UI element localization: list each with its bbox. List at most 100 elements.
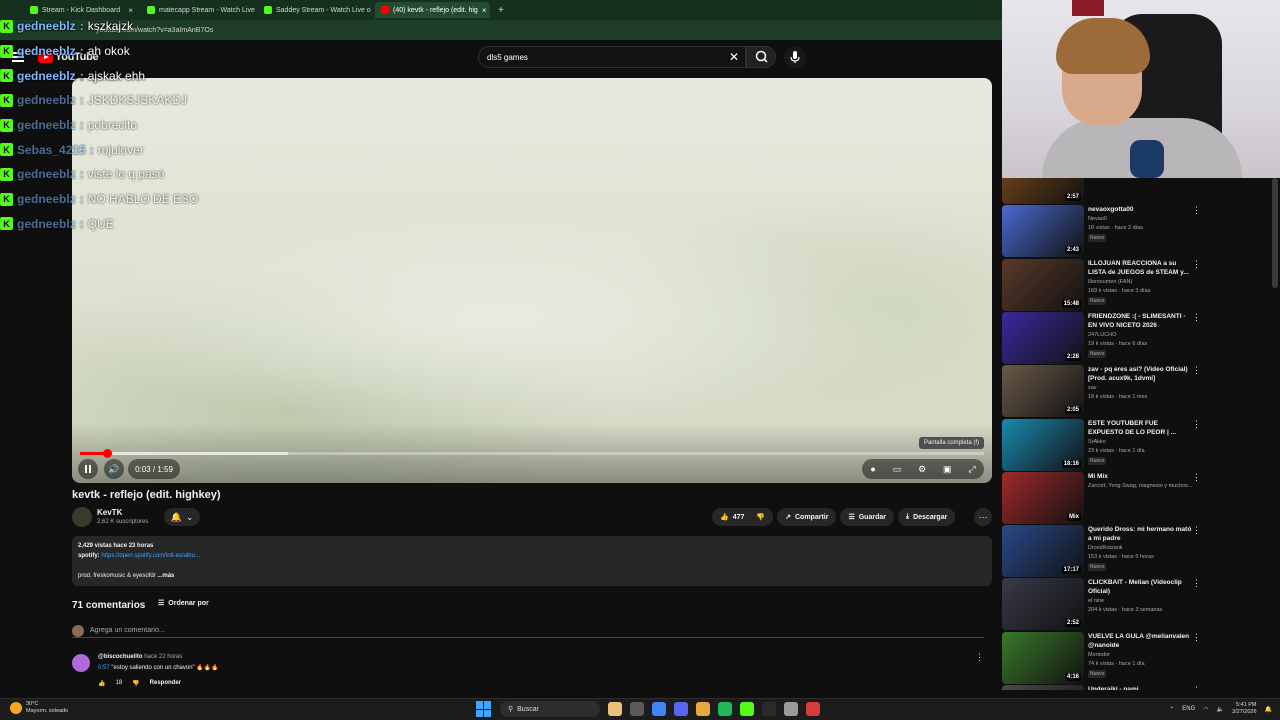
taskbar-app-icon[interactable] [784, 702, 798, 716]
video-menu-icon[interactable]: ⋮ [1192, 632, 1201, 643]
recommended-channel[interactable]: 247LUCHO [1088, 332, 1116, 338]
browser-tab[interactable]: Saddey Stream - Watch Live o× [258, 2, 373, 18]
notifications-button[interactable]: 🔔 ⌄ [164, 508, 200, 526]
recommended-channel[interactable]: SrAkko [1088, 439, 1106, 445]
taskbar-app-icon[interactable] [652, 702, 666, 716]
clock[interactable]: 5:41 PM 3/27/2026 [1232, 702, 1256, 716]
wifi-icon[interactable]: ◠ [1203, 706, 1208, 713]
recommended-title[interactable]: ESTE YOUTUBER FUE EXPUESTO DE LO PEOR | … [1088, 419, 1192, 437]
recommended-video[interactable]: 15:48 ILLOJUAN REACCIONA a su LISTA de JU… [1002, 258, 1280, 313]
video-thumbnail[interactable]: 15:48 [1002, 258, 1084, 311]
pause-button[interactable] [78, 459, 98, 479]
search-button[interactable] [746, 46, 776, 68]
channel-avatar[interactable] [72, 507, 92, 527]
save-button[interactable]: ☰ Guardar [840, 508, 894, 526]
description-box[interactable]: 2,429 vistas hace 23 horas spotify: http… [72, 536, 992, 586]
taskbar-search[interactable]: ⚲ Buscar [500, 701, 600, 717]
taskbar-app-icon[interactable] [740, 702, 754, 716]
recommended-video[interactable]: Underaiki - pami ⋮ [1002, 685, 1280, 690]
video-thumbnail[interactable]: Mix [1002, 471, 1084, 524]
comment-timestamp-link[interactable]: 0:57 [98, 665, 110, 671]
show-more-link[interactable]: ...más [157, 573, 174, 579]
taskbar-app-icon[interactable] [696, 702, 710, 716]
video-thumbnail[interactable]: 17:17 [1002, 525, 1084, 578]
share-button[interactable]: ↗ Compartir [777, 508, 837, 526]
recommended-title[interactable]: zav - pq eres así? (Video Oficial) [Prod… [1088, 365, 1192, 383]
reply-button[interactable]: Responder [150, 680, 181, 687]
recommended-channel[interactable]: el nine [1088, 598, 1104, 604]
recommended-channel[interactable]: Mortedor [1088, 652, 1110, 658]
spotify-link[interactable]: https://open.spotify.com/intl-es/albu... [101, 553, 200, 559]
recommended-video[interactable]: 2:05 zav - pq eres así? (Video Oficial) [… [1002, 365, 1280, 419]
recommended-title[interactable]: Underaiki - pami [1088, 685, 1192, 690]
video-thumbnail[interactable]: 2:28 [1002, 311, 1084, 364]
recommended-title[interactable]: Querido Dross: mi hermano mató a mi padr… [1088, 525, 1192, 543]
video-menu-icon[interactable]: ⋮ [1192, 365, 1201, 376]
recommended-channel[interactable]: DrossRotzank [1088, 545, 1123, 551]
new-tab-icon[interactable]: + [498, 5, 504, 16]
taskbar-app-icon[interactable] [674, 702, 688, 716]
recommended-title[interactable]: Mi Mix [1088, 472, 1192, 481]
recommended-video[interactable]: Mix Mi Mix Zarcort, Yvng Swag, magnesio y … [1002, 471, 1280, 526]
recommended-video[interactable]: 2:28 FRIENDZONE :( - SLIMESANTI - EN VIVO… [1002, 311, 1280, 366]
search-input[interactable]: dls5 games ✕ [478, 46, 746, 68]
recommended-title[interactable]: VUELVE LA GULA @melianvalen @nanoide [1088, 632, 1192, 650]
recommended-video[interactable]: 17:17 Querido Dross: mi hermano mató a mi… [1002, 525, 1280, 579]
autoplay-toggle-icon[interactable]: ● [870, 464, 875, 474]
recommended-title[interactable]: FRIENDZONE :( - SLIMESANTI - EN VIVO NIC… [1088, 312, 1192, 330]
video-thumbnail[interactable]: 18:16 [1002, 418, 1084, 471]
recommended-video[interactable]: 2:5734 k vistas · hace 3 díasNuevo [1002, 178, 1280, 206]
recommended-title[interactable]: nevaoxgotta00 [1088, 205, 1192, 214]
video-thumbnail[interactable]: 4:16 [1002, 631, 1084, 684]
video-thumbnail[interactable]: 2:43 [1002, 205, 1084, 258]
video-menu-icon[interactable]: ⋮ [1192, 472, 1201, 483]
commenter-avatar[interactable] [72, 654, 90, 672]
comment-like-icon[interactable]: 👍 [98, 680, 105, 687]
volume-button[interactable]: 🔊 [104, 459, 124, 479]
thumbs-down-icon[interactable]: 👎 [756, 513, 765, 521]
taskbar-app-icon[interactable] [762, 702, 776, 716]
weather-widget[interactable]: 30°C Mayorm. soleado [10, 701, 68, 715]
video-thumbnail[interactable]: 2:57 [1002, 178, 1084, 204]
video-menu-icon[interactable]: ⋮ [1192, 578, 1201, 589]
progress-bar[interactable] [80, 449, 984, 458]
video-thumbnail[interactable]: 2:52 [1002, 578, 1084, 631]
channel-name[interactable]: KevTK [97, 508, 122, 517]
video-menu-icon[interactable]: ⋮ [1192, 525, 1201, 536]
recommended-video[interactable]: 2:43 nevaoxgotta00 Nevao0 18 vistas · hace … [1002, 205, 1280, 259]
fullscreen-icon[interactable]: ⤢ [968, 464, 975, 475]
more-actions-icon[interactable]: ⋯ [974, 508, 992, 526]
recommended-video[interactable]: 4:16 VUELVE LA GULA @melianvalen @nanoide… [1002, 631, 1280, 686]
recommended-channel[interactable]: Illoresumen (FAN) [1088, 279, 1132, 285]
voice-search-button[interactable] [784, 46, 806, 68]
recommended-channel[interactable]: zav [1088, 385, 1097, 391]
clear-search-icon[interactable]: ✕ [729, 50, 739, 64]
video-thumbnail[interactable]: 2:05 [1002, 365, 1084, 418]
recommended-title[interactable]: ILLOJUAN REACCIONA a su LISTA de JUEGOS … [1088, 259, 1192, 277]
add-comment-field[interactable]: Agrega un comentario... [72, 624, 984, 638]
recommended-video[interactable]: 2:52 CLICKBAIT - Melian (Videoclip Oficia… [1002, 578, 1280, 632]
sort-comments-button[interactable]: ☰ Ordenar por [158, 599, 209, 608]
tray-chevron-icon[interactable]: ⌃ [1169, 706, 1174, 713]
subtitles-icon[interactable]: ▭ [893, 464, 902, 475]
recommended-video[interactable]: 18:16 ESTE YOUTUBER FUE EXPUESTO DE LO PE… [1002, 418, 1280, 473]
video-menu-icon[interactable]: ⋮ [1192, 312, 1201, 323]
close-tab-icon[interactable]: × [482, 6, 487, 15]
speaker-icon[interactable]: 🔈 [1217, 706, 1224, 713]
recommended-title[interactable]: CLICKBAIT - Melian (Videoclip Oficial) [1088, 578, 1192, 596]
settings-gear-icon[interactable]: ⚙ [918, 464, 926, 475]
recommended-channel[interactable]: Zarcort, Yvng Swag, magnesio y muchos... [1088, 483, 1192, 489]
sidebar-scrollbar[interactable] [1272, 178, 1278, 288]
video-menu-icon[interactable]: ⋮ [1192, 205, 1201, 216]
video-menu-icon[interactable]: ⋮ [1192, 419, 1201, 430]
like-button[interactable]: 👍 477 👎 [712, 508, 774, 526]
taskbar-app-icon[interactable] [718, 702, 732, 716]
comment-dislike-icon[interactable]: 👎 [132, 680, 139, 687]
taskbar-app-icon[interactable] [806, 702, 820, 716]
commenter-name[interactable]: @biscochuelito [98, 654, 143, 660]
comment-menu-icon[interactable]: ⋮ [975, 652, 984, 663]
windows-start-icon[interactable] [476, 701, 492, 717]
taskbar-app-icon[interactable] [608, 702, 622, 716]
language-indicator[interactable]: ENG [1182, 706, 1195, 712]
video-menu-icon[interactable]: ⋮ [1192, 685, 1201, 690]
